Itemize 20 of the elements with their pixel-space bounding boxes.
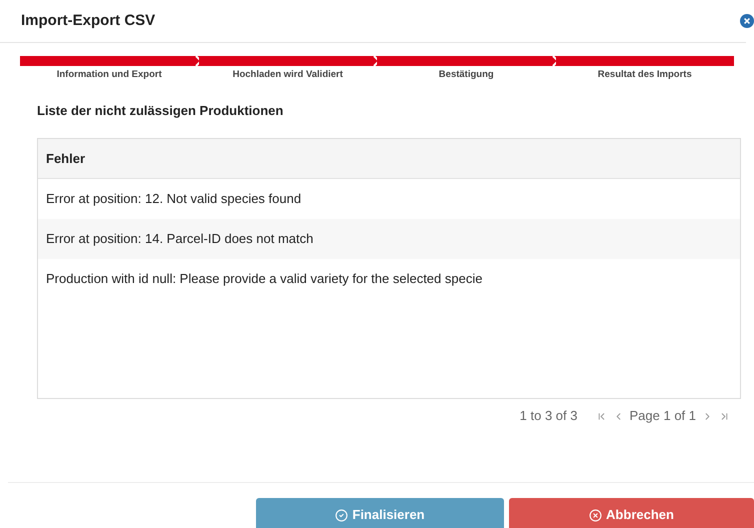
page-indicator: Page 1 of 1 — [630, 407, 696, 426]
step-label: Resultat des Imports — [598, 68, 692, 82]
cancel-button[interactable]: Abbrechen — [509, 498, 754, 528]
dialog-title: Import-Export CSV — [21, 10, 156, 31]
close-icon — [743, 17, 751, 26]
step-label: Hochladen wird Validiert — [232, 68, 343, 82]
section-title: Liste der nicht zulässigen Produktionen — [37, 102, 284, 120]
row-count: 1 to 3 of 3 — [520, 407, 578, 426]
table-cell-text: Production with id null: Please provide a valid variety for the selected specie — [45, 270, 482, 288]
step-label: Information und Export — [56, 68, 162, 82]
confirm-button[interactable]: Finalisieren — [256, 498, 504, 528]
table-cell-text: Error at position: 14. Parcel-ID does not match — [45, 230, 314, 248]
x-circle-icon — [589, 508, 602, 522]
table-cell-text: Error at position: 12. Not valid species found — [45, 190, 302, 208]
last-page-button[interactable] — [719, 410, 730, 422]
close-button[interactable] — [740, 14, 754, 28]
column-header: Fehler — [45, 150, 86, 168]
check-circle-icon — [335, 508, 348, 522]
last-page-icon — [719, 410, 730, 422]
step-label: Bestätigung — [438, 68, 494, 82]
